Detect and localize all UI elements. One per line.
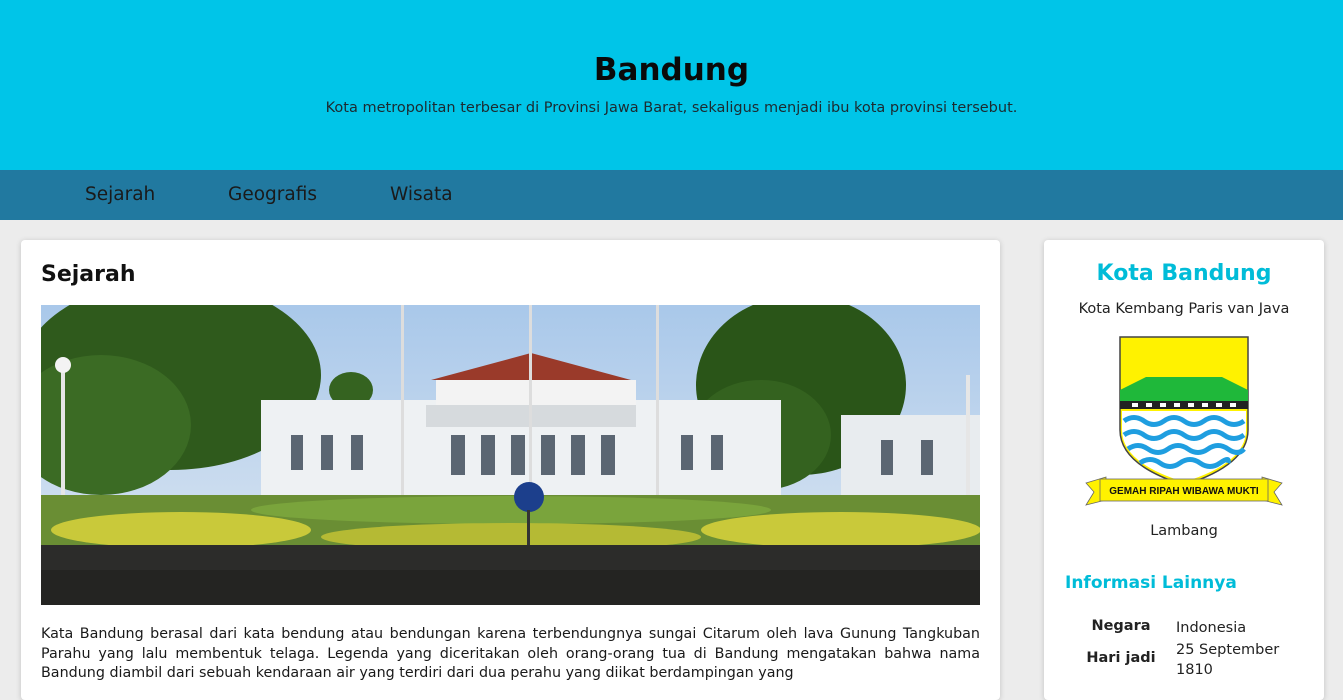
emblem-motto: GEMAH RIPAH WIBAWA MUKTI [1109,486,1259,497]
main-article: Sejarah Kata Bandung berasal dari kata b… [21,240,1000,700]
nav-item-geografis[interactable]: Geografis [228,184,317,205]
infobox-subtitle: Kota Kembang Paris van Java [1078,301,1290,317]
article-heading: Sejarah [41,262,136,287]
info-heading: Informasi Lainnya [1065,573,1237,593]
info-label: Negara [1091,618,1151,634]
svg-text:GEMAH RIPAH WIBAWA MUKTI: GEMAH RIPAH WIBAWA MUKTI [1109,486,1259,497]
gedung-sate-photo [41,305,980,605]
main-nav: Sejarah Geografis Wisata [0,170,1343,220]
emblem-caption: Lambang [1150,523,1218,539]
info-value: Indonesia [1176,620,1247,636]
site-subtitle: Kota metropolitan terbesar di Provinsi J… [325,100,1018,116]
info-label: Hari jadi [1086,650,1156,666]
site-header: Bandung Kota metropolitan terbesar di Pr… [0,0,1343,170]
site-title: Bandung [593,52,750,88]
sidebar-infobox: Kota Bandung Kota Kembang Paris van Java… [1044,240,1324,700]
nav-item-sejarah[interactable]: Sejarah [85,184,155,205]
article-paragraph: Kata Bandung berasal dari kata bendung a… [41,626,980,681]
info-value: 25 September 1810 [1176,642,1280,678]
nav-item-wisata[interactable]: Wisata [390,184,453,205]
infobox-title: Kota Bandung [1096,261,1272,286]
